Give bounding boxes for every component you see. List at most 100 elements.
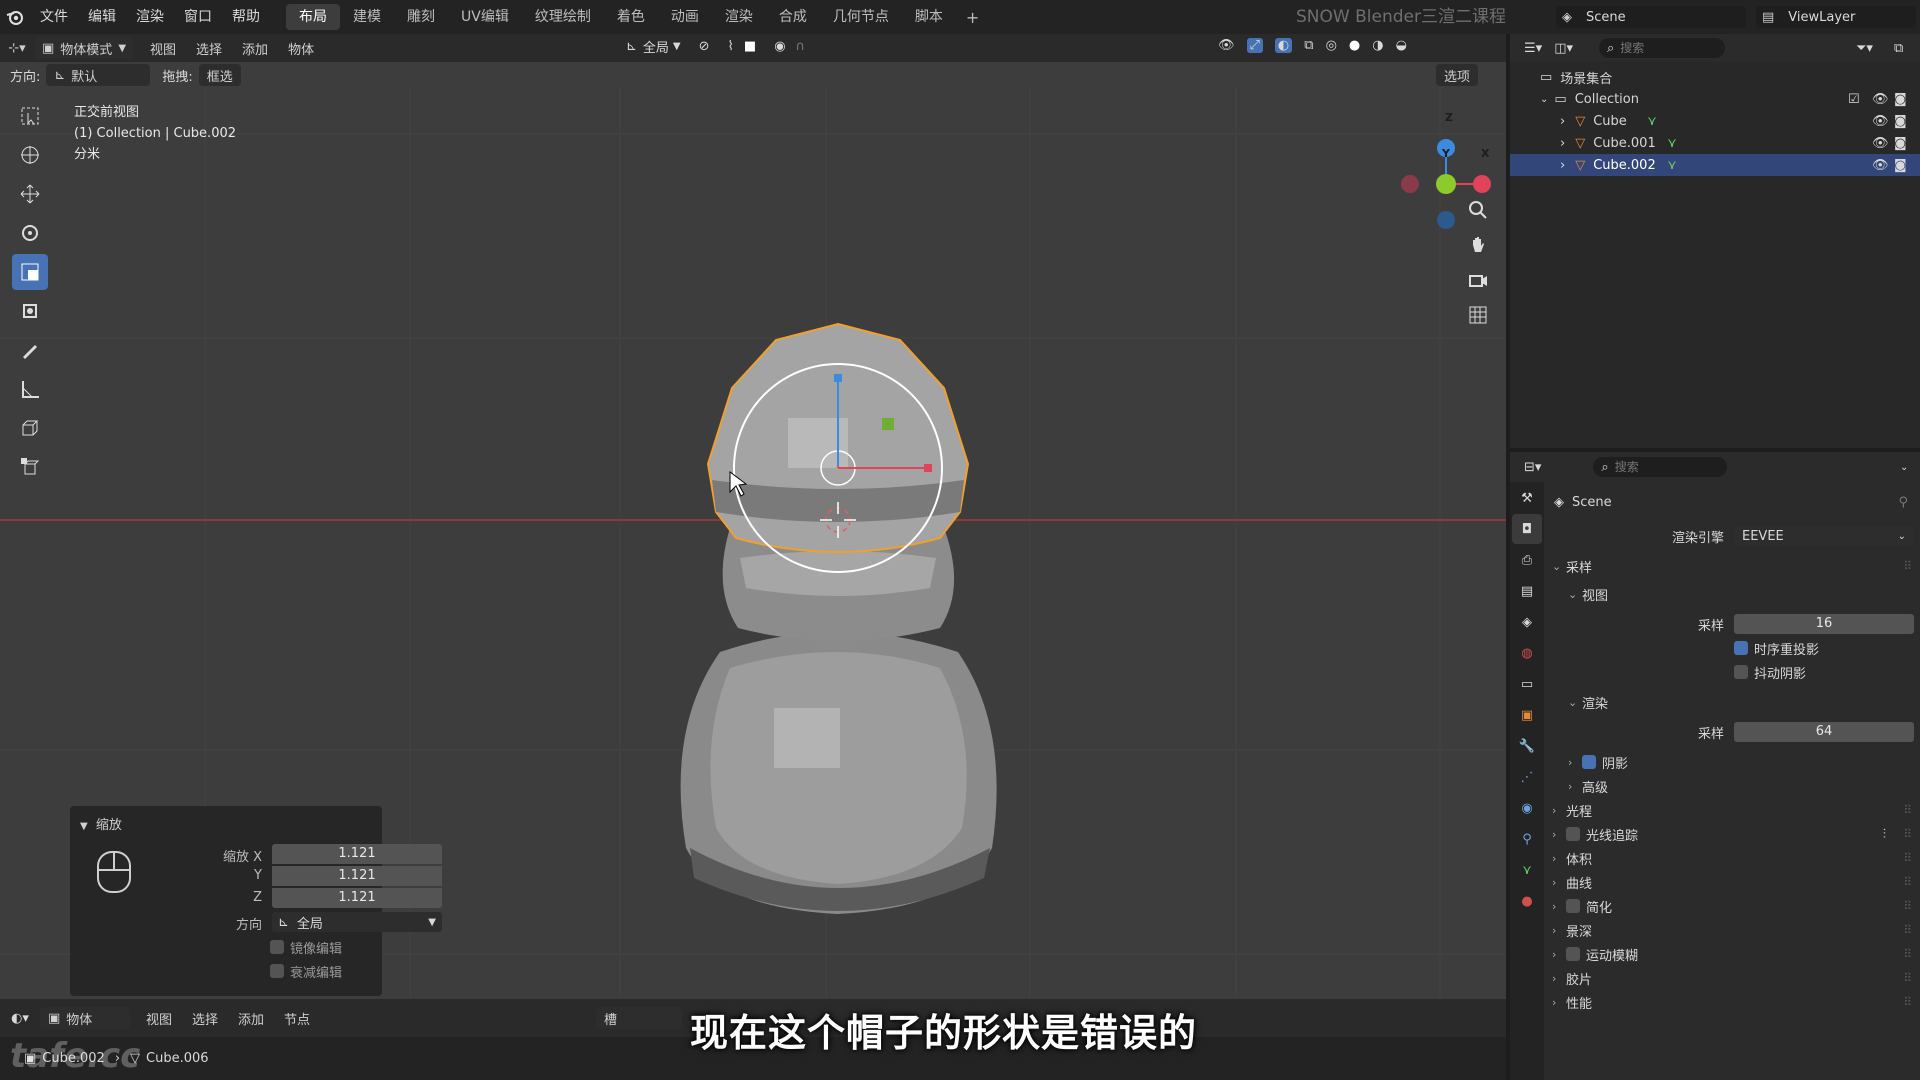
transform-tool-icon[interactable] <box>12 293 48 329</box>
simplify-checkbox[interactable] <box>1566 899 1580 913</box>
motion-blur-checkbox[interactable] <box>1566 947 1580 961</box>
add-object-tool-icon[interactable] <box>12 449 48 485</box>
camera-icon[interactable]: ◙ <box>1894 114 1907 129</box>
modifier-tab-icon[interactable]: 🔧 <box>1512 731 1542 761</box>
viewport-subpanel-header[interactable]: ⌄ 视图 <box>1544 582 1920 606</box>
menu-window[interactable]: 窗口 <box>174 0 222 34</box>
chevron-down-icon[interactable]: ⌄ <box>1900 462 1908 473</box>
orientation-dropdown[interactable]: ⊾ 默认 <box>46 64 151 86</box>
properties-search[interactable]: ⌕ <box>1593 457 1728 477</box>
properties-editor-icon[interactable]: ⊟▾ <box>1524 460 1541 475</box>
simplify-panel-header[interactable]: › 简化 ⠿ <box>1544 894 1920 918</box>
view-layer-tab-icon[interactable]: ▤ <box>1512 576 1542 606</box>
overlay-toggle-icon[interactable]: ◐ <box>1274 38 1293 53</box>
tab-layout[interactable]: 布局 <box>286 4 340 30</box>
snap-icon[interactable]: ⌇ <box>728 39 734 54</box>
tab-shading[interactable]: 着色 <box>604 4 658 30</box>
visibility-icon[interactable]: 👁 <box>1218 38 1235 53</box>
scene-tab-icon[interactable]: ◈ <box>1512 607 1542 637</box>
menu-edit[interactable]: 编辑 <box>78 0 126 34</box>
slot-dropdown[interactable]: 槽 <box>596 1007 682 1029</box>
drag-handle-icon[interactable]: ⠿ <box>1903 995 1912 1009</box>
pan-hand-icon[interactable] <box>1462 229 1494 261</box>
outliner-row-cube[interactable]: › ▽ Cube ⋎ 👁 ◙ <box>1510 110 1920 132</box>
tab-compositing[interactable]: 合成 <box>766 4 820 30</box>
node-menu-select[interactable]: 选择 <box>182 1009 228 1028</box>
tab-scripting[interactable]: 脚本 <box>902 4 956 30</box>
tool-tab-icon[interactable]: ⚒ <box>1512 483 1542 513</box>
proportional-edit-icon[interactable]: ◉ <box>774 39 785 54</box>
tab-texture-paint[interactable]: 纹理绘制 <box>522 4 604 30</box>
raytracing-checkbox[interactable] <box>1566 827 1580 841</box>
zoom-icon[interactable] <box>1462 194 1494 226</box>
mode-dropdown[interactable]: ▣ 物体模式 ▼ <box>34 37 135 59</box>
view-layer-selector[interactable]: ▤ ViewLayer <box>1756 6 1916 28</box>
solid-shading-icon[interactable]: ● <box>1349 38 1360 53</box>
pin-icon[interactable]: ⚲ <box>1898 495 1908 510</box>
outliner-editor-icon[interactable]: ☰▾ <box>1524 41 1542 56</box>
xray-icon[interactable]: ⧉ <box>1304 38 1313 53</box>
drag-handle-icon[interactable]: ⠿ <box>1903 559 1912 573</box>
camera-icon[interactable]: ◙ <box>1894 92 1907 107</box>
preset-icon[interactable]: ⫶ <box>1883 827 1886 842</box>
outliner-row-collection[interactable]: ⌄ ▭ Collection ☑ 👁 ◙ <box>1510 88 1920 110</box>
drag-handle-icon[interactable]: ⠿ <box>1903 827 1912 841</box>
motion-blur-panel-header[interactable]: › 运动模糊 ⠿ <box>1544 942 1920 966</box>
editor-type-icon[interactable]: ◐▾ <box>0 1011 40 1026</box>
drag-handle-icon[interactable]: ⠿ <box>1903 971 1912 985</box>
add-cube-tool-icon[interactable] <box>12 410 48 446</box>
outliner-row-cube-001[interactable]: › ▽ Cube.001 ⋎ 👁 ◙ <box>1510 132 1920 154</box>
snowman-body[interactable] <box>680 632 997 914</box>
raytracing-panel-header[interactable]: › 光线追踪 ⫶ ⠿ <box>1544 822 1920 846</box>
tab-animation[interactable]: 动画 <box>658 4 712 30</box>
depth-of-field-panel-header[interactable]: › 景深 ⠿ <box>1544 918 1920 942</box>
chevron-down-icon[interactable]: ⌄ <box>1540 94 1548 105</box>
operator-orientation-dropdown[interactable]: ⊾ 全局 ▼ <box>272 912 442 932</box>
chevron-right-icon[interactable]: › <box>1560 158 1565 173</box>
measure-tool-icon[interactable] <box>12 371 48 407</box>
render-tab-icon[interactable]: ◘ <box>1512 514 1542 544</box>
options-dropdown[interactable]: 选项 <box>1436 64 1479 86</box>
tab-geometry-nodes[interactable]: 几何节点 <box>820 4 902 30</box>
gizmo-toggle-icon[interactable]: ⤢ <box>1246 38 1263 53</box>
scale-z-field[interactable]: 1.121 <box>272 888 442 908</box>
outliner-row-scene-collection[interactable]: ▭ 场景集合 <box>1510 66 1920 88</box>
collection-tab-icon[interactable]: ▭ <box>1512 669 1542 699</box>
camera-icon[interactable]: ◙ <box>1894 136 1907 151</box>
eye-icon[interactable]: 👁 <box>1872 158 1889 173</box>
render-samples-field[interactable]: 64 <box>1734 722 1914 742</box>
constraints-tab-icon[interactable]: ⚲ <box>1512 824 1542 854</box>
menu-help[interactable]: 帮助 <box>222 0 270 34</box>
volumes-panel-header[interactable]: › 体积 ⠿ <box>1544 846 1920 870</box>
eye-icon[interactable]: 👁 <box>1872 92 1889 107</box>
rotate-tool-icon[interactable] <box>12 215 48 251</box>
annotate-tool-icon[interactable] <box>12 332 48 368</box>
outliner-search-input[interactable] <box>1620 41 1711 55</box>
object-tab-icon[interactable]: ▣ <box>1512 700 1542 730</box>
rendered-shading-icon[interactable]: ◒ <box>1396 38 1407 53</box>
chevron-right-icon[interactable]: › <box>1560 114 1565 129</box>
physics-tab-icon[interactable]: ◉ <box>1512 793 1542 823</box>
data-tab-icon[interactable]: ⋎ <box>1512 855 1542 885</box>
material-tab-icon[interactable]: ● <box>1512 886 1542 916</box>
operator-title-row[interactable]: ▼ 缩放 <box>80 814 122 833</box>
blender-logo-icon[interactable] <box>0 0 30 34</box>
shadows-subpanel-header[interactable]: › 阴影 <box>1544 750 1920 774</box>
falloff-icon[interactable]: ∩ <box>796 39 806 54</box>
wireframe-shading-icon[interactable]: ◎ <box>1326 38 1337 53</box>
exclude-checkbox[interactable]: ☑ <box>1848 92 1860 107</box>
drag-handle-icon[interactable]: ⠿ <box>1903 947 1912 961</box>
editor-type-icon[interactable]: ⊹▾ <box>0 41 34 56</box>
particles-tab-icon[interactable]: ⋰ <box>1512 762 1542 792</box>
jitter-shadows-checkbox[interactable] <box>1734 665 1748 679</box>
mirror-edit-checkbox[interactable] <box>270 940 284 954</box>
tab-uv-editing[interactable]: UV编辑 <box>448 4 522 30</box>
move-tool-icon[interactable] <box>12 176 48 212</box>
render-subpanel-header[interactable]: ⌄ 渲染 <box>1544 690 1920 714</box>
node-menu-view[interactable]: 视图 <box>136 1009 182 1028</box>
drag-handle-icon[interactable]: ⠿ <box>1903 875 1912 889</box>
performance-panel-header[interactable]: › 性能 ⠿ <box>1544 990 1920 1014</box>
new-collection-icon[interactable]: ⧉ <box>1894 41 1903 56</box>
tab-rendering[interactable]: 渲染 <box>712 4 766 30</box>
scale-y-field[interactable]: 1.121 <box>272 866 442 886</box>
